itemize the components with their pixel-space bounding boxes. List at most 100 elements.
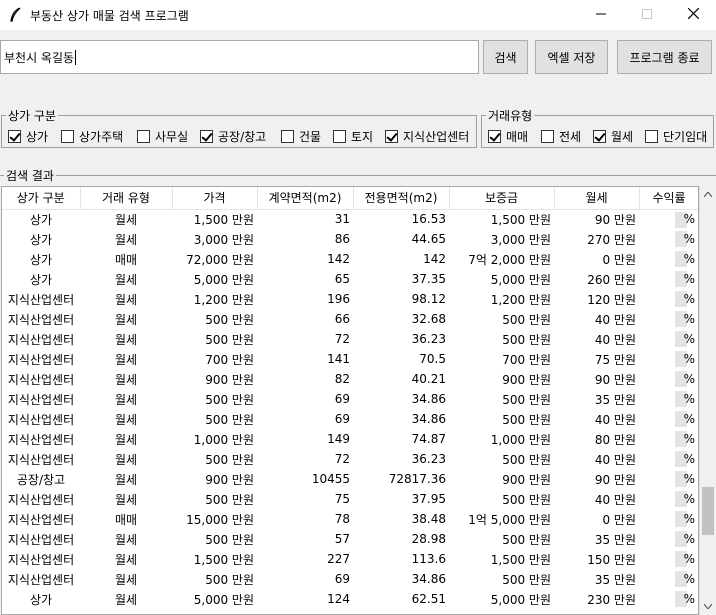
table-cell: 매매	[114, 512, 138, 527]
table-cell: 65	[334, 272, 350, 286]
table-cell: 지식산업센터	[7, 512, 75, 527]
scrollbar-thumb[interactable]	[702, 487, 714, 535]
table-cell: 월세	[114, 572, 138, 587]
table-cell: %	[639, 369, 698, 389]
table-row[interactable]: 지식산업센터 월세 500 만원 57 28.98 500 만원 35 만원%	[2, 529, 698, 549]
table-cell: 3,000 만원	[490, 232, 551, 247]
close-button[interactable]	[670, 0, 716, 30]
table-row[interactable]: 지식산업센터 월세 700 만원 141 70.5 700 만원 75 만원%	[2, 349, 698, 369]
checkbox-box[interactable]	[593, 130, 606, 143]
scroll-down-arrow[interactable]	[700, 598, 716, 615]
scroll-up-arrow[interactable]	[700, 186, 716, 203]
checkbox-sale[interactable]: 매매	[488, 128, 528, 145]
table-cell: 월세	[114, 272, 138, 287]
checkbox-box[interactable]	[8, 130, 21, 143]
column-header[interactable]: 가격	[172, 187, 258, 210]
table-row[interactable]: 지식산업센터 월세 500 만원 72 36.23 500 만원 40 만원%	[2, 329, 698, 349]
title-bar: 부동산 상가 매물 검색 프로그램	[0, 0, 716, 30]
excel-save-button[interactable]: 엑셀 저장	[535, 40, 608, 74]
checkbox-land[interactable]: 토지	[333, 128, 373, 145]
table-row[interactable]: 지식산업센터 월세 1,000 만원 149 74.87 1,000 만원 80 만원%	[2, 429, 698, 449]
minimize-button[interactable]	[578, 0, 624, 30]
table-cell: 66	[334, 312, 350, 326]
checkbox-office[interactable]: 사무실	[137, 128, 188, 145]
table-row[interactable]: 상가 매매 72,000 만원 142 142 7억 2,000 만원 0 만원%	[2, 249, 698, 269]
checkbox-label: 상가	[26, 130, 49, 144]
table-cell: 90 만원	[594, 472, 636, 487]
checkbox-box[interactable]	[61, 130, 74, 143]
table-row[interactable]: 공장/창고 월세 900 만원 10455 72817.36 900 만원 90 만원%	[2, 469, 698, 489]
column-header[interactable]: 거래 유형	[80, 187, 173, 210]
column-header[interactable]: 상가 구분	[2, 187, 81, 210]
checkbox-building[interactable]: 건물	[281, 128, 321, 145]
checkbox-short-term[interactable]: 단기임대	[645, 128, 707, 145]
table-cell: 500 만원	[502, 412, 551, 427]
table-cell: 상가	[29, 232, 53, 247]
maximize-button[interactable]	[624, 0, 670, 30]
table-cell: %	[639, 449, 698, 469]
checkbox-shop[interactable]: 상가	[8, 128, 48, 145]
table-cell: 700 만원	[205, 352, 254, 367]
table-cell: 월세	[114, 312, 138, 327]
table-cell: 1,200 만원	[193, 292, 254, 307]
table-row[interactable]: 지식산업센터 월세 1,200 만원 196 98.12 1,200 만원 120 만원%	[2, 289, 698, 309]
shop-type-group: 상가 구분 상가 상가주택 사무실 공장/창고 건물 토지 지식산업센터	[1, 107, 477, 148]
table-cell: 500 만원	[205, 392, 254, 407]
table-cell: 5,000 만원	[490, 592, 551, 607]
checkbox-box[interactable]	[333, 130, 346, 143]
table-cell: 900 만원	[502, 372, 551, 387]
table-cell: 지식산업센터	[7, 452, 75, 467]
table-row[interactable]: 지식산업센터 월세 1,500 만원 227 113.6 1,500 만원 150 만원%	[2, 549, 698, 569]
search-button[interactable]: 검색	[483, 40, 528, 74]
table-row[interactable]: 지식산업센터 월세 500 만원 75 37.95 500 만원 40 만원%	[2, 489, 698, 509]
table-row[interactable]: 지식산업센터 매매 15,000 만원 78 38.48 1억 5,000 만원 0 만원%	[2, 509, 698, 529]
column-header[interactable]: 계약면적(m2)	[257, 187, 354, 210]
table-cell: 상가	[29, 592, 53, 607]
checkbox-monthly-rent[interactable]: 월세	[593, 128, 633, 145]
table-cell: 지식산업센터	[7, 552, 75, 567]
results-table[interactable]: 상가 구분 거래 유형 가격 계약면적(m2) 전용면적(m2) 보증금 월세 …	[1, 186, 699, 615]
checkbox-shop-house[interactable]: 상가주택	[61, 128, 123, 145]
table-cell: 1,500 만원	[193, 552, 254, 567]
table-row[interactable]: 지식산업센터 월세 500 만원 72 36.23 500 만원 40 만원%	[2, 449, 698, 469]
checkbox-box[interactable]	[200, 130, 213, 143]
checkbox-label: 단기임대	[663, 130, 708, 144]
table-cell: %	[639, 409, 698, 429]
shop-type-legend: 상가 구분	[6, 107, 58, 124]
table-cell: %	[639, 489, 698, 509]
yield-value: %	[683, 352, 695, 366]
table-row[interactable]: 지식산업센터 월세 500 만원 66 32.68 500 만원 40 만원%	[2, 309, 698, 329]
checkbox-box[interactable]	[488, 130, 501, 143]
column-header[interactable]: 전용면적(m2)	[353, 187, 450, 210]
checkbox-box[interactable]	[281, 130, 294, 143]
checkbox-box[interactable]	[385, 130, 398, 143]
table-row[interactable]: 상가 월세 1,500 만원 31 16.53 1,500 만원 90 만원%	[2, 209, 698, 229]
checkbox-box[interactable]	[137, 130, 150, 143]
table-row[interactable]: 상가 월세 5,000 만원 124 62.51 5,000 만원 230 만원%	[2, 589, 698, 609]
text-caret	[75, 50, 77, 65]
table-row[interactable]: 상가 월세 3,000 만원 86 44.65 3,000 만원 270 만원%	[2, 229, 698, 249]
yield-value: %	[683, 512, 695, 526]
table-cell: 900 만원	[502, 472, 551, 487]
checkbox-knowledge-center[interactable]: 지식산업센터	[385, 128, 469, 145]
table-cell: 57	[334, 532, 350, 546]
checkbox-jeonse[interactable]: 전세	[541, 128, 581, 145]
checkbox-factory-warehouse[interactable]: 공장/창고	[200, 128, 266, 145]
column-header[interactable]: 수익률	[639, 187, 698, 210]
table-cell: 0 만원	[602, 252, 636, 267]
column-header[interactable]: 보증금	[449, 187, 555, 210]
checkbox-label: 전세	[559, 130, 582, 144]
table-row[interactable]: 지식산업센터 월세 500 만원 69 34.86 500 만원 35 만원%	[2, 569, 698, 589]
checkbox-label: 공장/창고	[218, 130, 267, 144]
table-row[interactable]: 지식산업센터 월세 500 만원 69 34.86 500 만원 40 만원%	[2, 409, 698, 429]
quit-program-button[interactable]: 프로그램 종료	[617, 40, 712, 74]
vertical-scrollbar[interactable]	[699, 186, 715, 615]
checkbox-box[interactable]	[541, 130, 554, 143]
search-input[interactable]: 부천시 옥길동	[0, 40, 479, 74]
checkbox-box[interactable]	[645, 130, 658, 143]
column-header[interactable]: 월세	[554, 187, 640, 210]
table-row[interactable]: 상가 월세 5,000 만원 65 37.35 5,000 만원 260 만원%	[2, 269, 698, 289]
table-cell: 40 만원	[594, 332, 636, 347]
table-row[interactable]: 지식산업센터 월세 500 만원 69 34.86 500 만원 35 만원%	[2, 389, 698, 409]
table-row[interactable]: 지식산업센터 월세 900 만원 82 40.21 900 만원 90 만원%	[2, 369, 698, 389]
